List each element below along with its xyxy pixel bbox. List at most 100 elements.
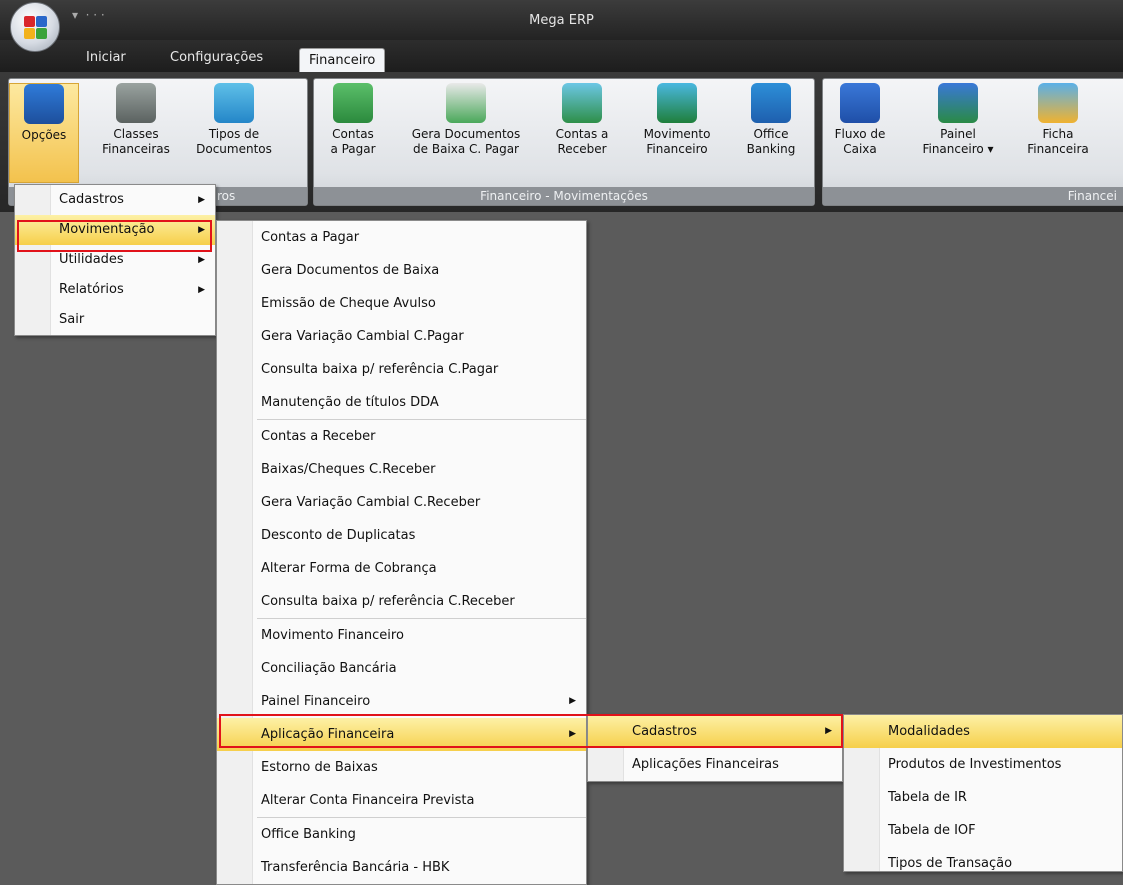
menu-item-conciliacao-bancaria[interactable]: Conciliação Bancária (217, 652, 586, 685)
menu-item-label: Aplicação Financeira (261, 727, 395, 742)
submenu-arrow-icon: ▶ (198, 225, 205, 235)
menu-item-label: Sair (59, 312, 85, 327)
application-orb-button[interactable] (10, 2, 60, 52)
menu-item-estorno-de-baixas[interactable]: Estorno de Baixas (217, 751, 586, 784)
menu-item-contas-a-receber[interactable]: Contas a Receber (217, 420, 586, 453)
menu-item-utilidades[interactable]: Utilidades ▶ (15, 245, 215, 275)
contas-a-receber-button[interactable]: Contas a Receber (542, 83, 622, 157)
menu-item-label: Manutenção de títulos DDA (261, 395, 439, 410)
menu-item-produtos-de-investimentos[interactable]: Produtos de Investimentos (844, 748, 1122, 781)
documents-icon (214, 83, 254, 123)
submenu-arrow-icon: ▶ (825, 726, 832, 736)
menu-item-alterar-conta-financeira-prevista[interactable]: Alterar Conta Financeira Prevista (217, 784, 586, 817)
submenu-arrow-icon: ▶ (198, 255, 205, 265)
menu-item-label: Tabela de IOF (888, 823, 976, 838)
menu-item-label: Movimentação (59, 222, 155, 237)
opcoes-menu: Cadastros ▶ Movimentação ▶ Utilidades ▶ Relató… (14, 184, 216, 336)
menu-item-contas-a-pagar[interactable]: Contas a Pagar (217, 221, 586, 254)
submenu-arrow-icon: ▶ (198, 285, 205, 295)
ribbon-tabs: Iniciar Configurações Financeiro (0, 40, 1123, 74)
menu-item-consulta-baixa-p-referencia-c-receber[interactable]: Consulta baixa p/ referência C.Receber (217, 585, 586, 618)
menu-item-baixas-cheques-c-receber[interactable]: Baixas/Cheques C.Receber (217, 453, 586, 486)
options-icon (24, 84, 64, 124)
menu-item-movimento-financeiro[interactable]: Movimento Financeiro (217, 619, 586, 652)
menu-item-label: Gera Documentos de Baixa (261, 263, 440, 278)
gera-documentos-baixa-button[interactable]: Gera Documentos de Baixa C. Pagar (396, 83, 536, 157)
menu-item-label: Cadastros (59, 192, 124, 207)
group-caption: Financei (823, 187, 1123, 205)
menu-item-label: Emissão de Cheque Avulso (261, 296, 436, 311)
menu-item-label: Tabela de IR (888, 790, 967, 805)
menu-item-label: Alterar Conta Financeira Prevista (261, 793, 475, 808)
menu-item-transferencia-bancaria-hbk[interactable]: Transferência Bancária - HBK (217, 851, 586, 884)
menu-item-aplicacao-financeira[interactable]: Aplicação Financeira ▶ (217, 718, 586, 751)
menu-item-label: Gera Variação Cambial C.Receber (261, 495, 481, 510)
file-cabinet-icon (116, 83, 156, 123)
tab-configuracoes[interactable]: Configurações (170, 50, 263, 65)
office-banking-button[interactable]: Office Banking (732, 83, 810, 157)
ficha-financeira-button[interactable]: Ficha Financeira (1015, 83, 1101, 157)
cash-flow-icon (840, 83, 880, 123)
menu-item-consulta-baixa-p-referencia-c-pagar[interactable]: Consulta baixa p/ referência C.Pagar (217, 353, 586, 386)
menu-item-label: Contas a Receber (261, 429, 376, 444)
painel-financeiro-button[interactable]: Painel Financeiro ▾ (913, 83, 1003, 157)
menu-item-tabela-de-ir[interactable]: Tabela de IR (844, 781, 1122, 814)
menu-item-movimentacao[interactable]: Movimentação ▶ (15, 215, 215, 245)
menu-item-gera-variacao-cambial-c-receber[interactable]: Gera Variação Cambial C.Receber (217, 486, 586, 519)
receive-bills-icon (562, 83, 602, 123)
fluxo-de-caixa-button[interactable]: Fluxo de Caixa (825, 83, 895, 157)
menu-item-emissao-de-cheque-avulso[interactable]: Emissão de Cheque Avulso (217, 287, 586, 320)
ribbon-group-financeiro: Fluxo de Caixa Painel Financeiro ▾ Ficha… (822, 78, 1123, 206)
movimento-financeiro-button[interactable]: Movimento Financeiro (632, 83, 722, 157)
menu-item-sair[interactable]: Sair (15, 305, 215, 335)
menu-item-gera-documentos-de-baixa[interactable]: Gera Documentos de Baixa (217, 254, 586, 287)
financial-sheet-icon (1038, 83, 1078, 123)
contas-a-pagar-button[interactable]: Contas a Pagar (314, 83, 392, 157)
menu-item-label: Aplicações Financeiras (632, 757, 779, 772)
menu-item-label: Desconto de Duplicatas (261, 528, 416, 543)
menu-item-aplicacoes-financeiras[interactable]: Aplicações Financeiras (588, 748, 842, 781)
menu-item-label: Consulta baixa p/ referência C.Pagar (261, 362, 499, 377)
tipos-de-documentos-button[interactable]: Tipos de Documentos (189, 83, 279, 157)
submenu-arrow-icon: ▶ (198, 195, 205, 205)
classes-financeiras-button[interactable]: Classes Financeiras (91, 83, 181, 157)
menu-item-gera-variacao-cambial-c-pagar[interactable]: Gera Variação Cambial C.Pagar (217, 320, 586, 353)
menu-item-label: Painel Financeiro (261, 694, 371, 709)
menu-item-relatorios[interactable]: Relatórios ▶ (15, 275, 215, 305)
menu-item-tipos-de-transacao[interactable]: Tipos de Transação (844, 847, 1122, 880)
menu-item-label: Estorno de Baixas (261, 760, 378, 775)
menu-item-tabela-de-iof[interactable]: Tabela de IOF (844, 814, 1122, 847)
menu-item-desconto-de-duplicatas[interactable]: Desconto de Duplicatas (217, 519, 586, 552)
menu-item-cadastros[interactable]: Cadastros ▶ (15, 185, 215, 215)
movimentacao-submenu: Contas a Pagar Gera Documentos de Baixa Em… (216, 220, 587, 885)
menu-item-label: Produtos de Investimentos (888, 757, 1062, 772)
tab-iniciar[interactable]: Iniciar (86, 50, 126, 65)
menu-item-label: Consulta baixa p/ referência C.Receber (261, 594, 515, 609)
tab-financeiro[interactable]: Financeiro (299, 48, 386, 74)
money-chart-icon (657, 83, 697, 123)
pay-bills-icon (333, 83, 373, 123)
aplicacao-financeira-submenu: Cadastros ▶ Aplicações Financeiras (587, 714, 843, 782)
menu-item-label: Tipos de Transação (888, 856, 1013, 871)
menu-item-label: Utilidades (59, 252, 124, 267)
menu-item-label: Contas a Pagar (261, 230, 360, 245)
menu-item-alterar-forma-de-cobranca[interactable]: Alterar Forma de Cobrança (217, 552, 586, 585)
menu-item-label: Cadastros (632, 724, 697, 739)
window-title: Mega ERP (529, 13, 594, 28)
cadastros-submenu: Modalidades Produtos de Investimentos Tabe… (843, 714, 1123, 872)
menu-item-label: Conciliação Bancária (261, 661, 397, 676)
generate-docs-icon (446, 83, 486, 123)
menu-item-cadastros[interactable]: Cadastros ▶ (588, 715, 842, 748)
opcoes-button[interactable]: Opções (9, 83, 79, 183)
menu-item-painel-financeiro[interactable]: Painel Financeiro ▶ (217, 685, 586, 718)
menu-item-label: Baixas/Cheques C.Receber (261, 462, 436, 477)
ribbon-group-movimentacoes: Contas a Pagar Gera Documentos de Baixa … (313, 78, 815, 206)
menu-item-manutencao-de-titulos-dda[interactable]: Manutenção de títulos DDA (217, 386, 586, 419)
menu-item-modalidades[interactable]: Modalidades (844, 715, 1122, 748)
menu-item-label: Movimento Financeiro (261, 628, 404, 643)
title-bar: ▾ · · · Mega ERP (0, 0, 1123, 40)
group-caption: Financeiro - Movimentações (314, 187, 814, 205)
menu-item-label: Alterar Forma de Cobrança (261, 561, 437, 576)
menu-item-office-banking[interactable]: Office Banking (217, 818, 586, 851)
submenu-arrow-icon: ▶ (569, 729, 576, 739)
